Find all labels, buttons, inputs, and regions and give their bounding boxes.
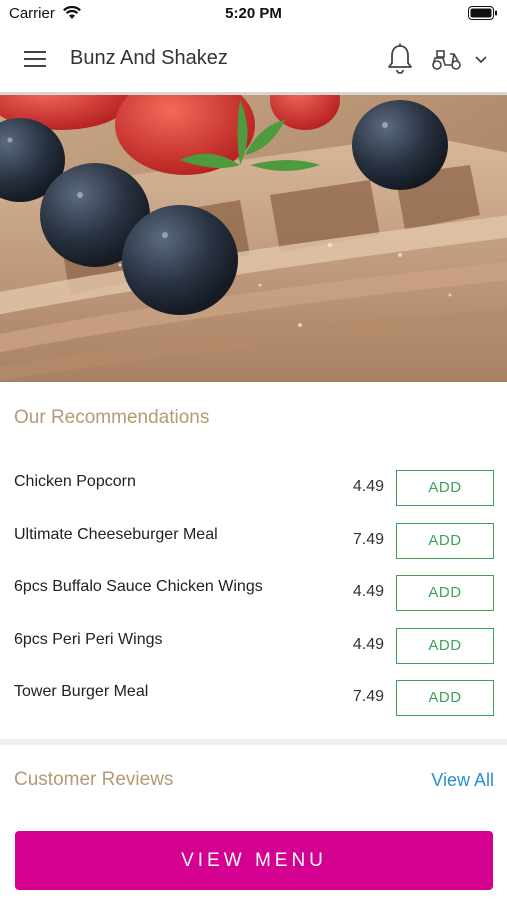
delivery-mode-selector[interactable] — [430, 44, 494, 74]
item-price: 4.49 — [352, 583, 384, 600]
item-name: 6pcs Buffalo Sauce Chicken Wings — [14, 578, 263, 595]
item-price: 7.49 — [352, 530, 384, 548]
menu-icon[interactable] — [18, 46, 52, 72]
recommendations-title: Our Recommendations — [14, 407, 210, 428]
add-button[interactable]: ADD — [396, 680, 494, 716]
item-name: 6pcs Peri Peri Wings — [14, 630, 163, 648]
chevron-down-icon — [474, 53, 488, 71]
add-button[interactable]: ADD — [396, 627, 494, 664]
status-bar: Carrier 5:20 PM — [0, 0, 507, 26]
reviews-title: Customer Reviews — [14, 769, 174, 790]
item-price: 4.49 — [352, 478, 384, 495]
bell-icon[interactable] — [384, 42, 416, 76]
list-item: 6pcs Buffalo Sauce Chicken Wings 4.49 AD… — [0, 563, 507, 616]
view-all-reviews-link[interactable]: View All — [431, 770, 494, 791]
add-button[interactable]: ADD — [396, 522, 494, 559]
app-header: Bunz And Shakez — [0, 26, 507, 92]
list-item: 6pcs Peri Peri Wings 4.49 ADD — [0, 616, 507, 669]
hero-image — [0, 95, 507, 382]
list-item: Chicken Popcorn 4.49 ADD — [0, 458, 507, 511]
item-name: Tower Burger Meal — [14, 683, 149, 700]
section-divider — [0, 739, 507, 745]
list-item: Tower Burger Meal 7.49 ADD — [0, 668, 507, 721]
battery-icon — [468, 6, 498, 25]
list-item: Ultimate Cheeseburger Meal 7.49 ADD — [0, 511, 507, 564]
item-price: 4.49 — [352, 635, 384, 653]
recommendations-list: Chicken Popcorn 4.49 ADD Ultimate Cheese… — [0, 458, 507, 721]
item-name: Chicken Popcorn — [14, 473, 136, 490]
add-button[interactable]: ADD — [396, 470, 494, 506]
restaurant-title: Bunz And Shakez — [70, 47, 228, 69]
item-name: Ultimate Cheeseburger Meal — [14, 525, 218, 543]
scooter-icon — [430, 44, 464, 79]
add-button[interactable]: ADD — [396, 575, 494, 611]
item-price: 7.49 — [352, 688, 384, 705]
view-menu-button[interactable]: VIEW MENU — [15, 831, 493, 890]
status-time: 5:20 PM — [225, 5, 282, 22]
